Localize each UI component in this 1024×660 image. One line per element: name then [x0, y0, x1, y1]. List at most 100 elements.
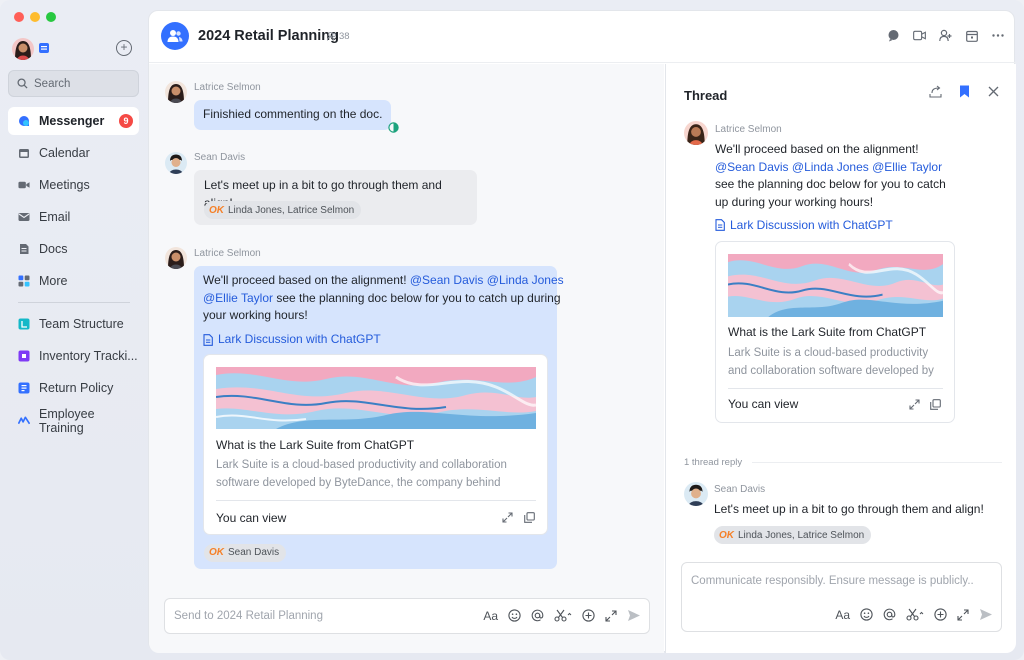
sidebar-item-email[interactable]: Email	[8, 203, 139, 231]
sidebar-item-inventory-tracking[interactable]: Inventory Tracki...	[8, 342, 139, 370]
mention-icon[interactable]	[883, 608, 896, 621]
add-attachment-icon[interactable]	[582, 609, 595, 622]
add-member-icon[interactable]	[939, 29, 952, 42]
reaction-tag[interactable]: OK Linda Jones, Latrice Selmon	[714, 526, 871, 544]
card-title: What is the Lark Suite from ChatGPT	[216, 437, 414, 455]
message-text: Finishied commenting on the doc.	[203, 107, 382, 121]
user-avatar[interactable]	[12, 38, 34, 60]
message-composer[interactable]: Send to 2024 Retail Planning Aa	[164, 598, 650, 634]
thread-panel: Thread Latrice Selmon We'll proceed base…	[665, 64, 1016, 653]
chat-bubble-icon[interactable]	[887, 29, 900, 42]
video-call-icon[interactable]	[913, 29, 926, 42]
screenshot-icon[interactable]	[554, 609, 572, 622]
expand-composer-icon[interactable]	[605, 609, 617, 622]
message-bubble[interactable]: We'll proceed based on the alignment! @S…	[194, 266, 557, 569]
message-bubble[interactable]: Finishied commenting on the doc.	[194, 100, 391, 130]
doc-preview-image	[728, 254, 943, 317]
members-icon	[327, 32, 337, 41]
more-options-icon[interactable]	[991, 29, 1004, 42]
main-panel: 2024 Retail Planning 38 Latrice Selmon F…	[148, 10, 1015, 652]
status-doc-icon[interactable]	[38, 42, 50, 54]
chat-message-list: Latrice Selmon Finishied commenting on t…	[149, 64, 664, 653]
sidebar-item-calendar[interactable]: Calendar	[8, 139, 139, 167]
card-divider	[216, 500, 536, 501]
search-icon	[17, 78, 28, 89]
team-structure-icon	[18, 318, 30, 330]
sidebar-item-label: Employee Training	[39, 407, 139, 435]
message-text-part: your working hours!	[203, 307, 553, 325]
expand-composer-icon[interactable]	[957, 608, 969, 621]
document-icon	[715, 219, 725, 231]
sender-avatar-latrice[interactable]	[165, 81, 187, 103]
sidebar-item-team-structure[interactable]: Team Structure	[8, 310, 139, 338]
screenshot-icon[interactable]	[906, 608, 924, 621]
member-count-value: 38	[339, 31, 350, 42]
bookmark-icon[interactable]	[958, 85, 971, 98]
sidebar-item-label: Email	[39, 210, 70, 224]
share-icon[interactable]	[929, 85, 942, 98]
messenger-icon	[18, 115, 30, 127]
page-title: 2024 Retail Planning	[198, 28, 339, 44]
reaction-tag[interactable]: OK Sean Davis	[204, 544, 286, 562]
sender-avatar-latrice[interactable]	[165, 247, 187, 269]
message-text-part: see the planning doc below for you to ca…	[273, 291, 561, 305]
mention-link[interactable]: @Ellie Taylor	[203, 291, 273, 305]
sidebar-item-docs[interactable]: Docs	[8, 235, 139, 263]
doc-preview-card[interactable]: What is the Lark Suite from ChatGPT Lark…	[715, 241, 955, 423]
read-status-icon	[388, 121, 399, 132]
sidebar-item-more[interactable]: More	[8, 267, 139, 295]
format-text-icon[interactable]: Aa	[835, 608, 850, 621]
sidebar-item-messenger[interactable]: Messenger 9	[8, 107, 139, 135]
add-attachment-icon[interactable]	[934, 608, 947, 621]
reply-divider	[752, 462, 1002, 463]
doc-link[interactable]: Lark Discussion with ChatGPT	[203, 331, 381, 349]
calendar-icon	[18, 147, 30, 159]
inventory-icon	[18, 350, 30, 362]
add-icon[interactable]: +	[116, 40, 132, 56]
card-title: What is the Lark Suite from ChatGPT	[728, 325, 926, 339]
card-footer: You can view	[216, 510, 286, 528]
reaction-tag[interactable]: OK Linda Jones, Latrice Selmon	[204, 201, 361, 219]
reaction-users: Linda Jones, Latrice Selmon	[738, 530, 864, 541]
sender-name: Sean Davis	[714, 484, 765, 495]
doc-preview-card[interactable]: What is the Lark Suite from ChatGPT Lark…	[203, 354, 548, 535]
calendar-event-icon[interactable]	[965, 29, 978, 42]
sender-avatar-sean[interactable]	[684, 482, 708, 506]
sidebar-item-return-policy[interactable]: Return Policy	[8, 374, 139, 402]
docs-icon	[18, 243, 30, 255]
emoji-icon[interactable]	[860, 608, 873, 621]
mention-link[interactable]: @Sean Davis @Linda Jones @Ellie Taylor	[715, 159, 946, 177]
send-icon[interactable]	[627, 609, 641, 622]
search-input[interactable]: Search	[8, 70, 139, 97]
chat-header: 2024 Retail Planning 38	[149, 11, 1016, 63]
ok-reaction-icon: OK	[719, 530, 734, 541]
sender-avatar-sean[interactable]	[165, 152, 187, 174]
copy-icon[interactable]	[524, 511, 535, 522]
expand-icon[interactable]	[502, 511, 513, 522]
sender-name: Latrice Selmon	[715, 124, 782, 135]
format-text-icon[interactable]: Aa	[483, 609, 498, 622]
sender-avatar-latrice[interactable]	[684, 121, 708, 145]
close-icon[interactable]	[987, 85, 1000, 98]
document-icon	[203, 334, 213, 346]
sidebar-item-label: Inventory Tracki...	[39, 349, 138, 363]
app-window: + Search Messenger 9 Calendar Meetings E…	[0, 0, 1024, 660]
thread-reply-count: 1 thread reply	[684, 457, 742, 468]
return-policy-icon	[18, 382, 30, 394]
reaction-users: Linda Jones, Latrice Selmon	[228, 205, 354, 216]
copy-icon[interactable]	[930, 398, 941, 409]
sidebar-item-meetings[interactable]: Meetings	[8, 171, 139, 199]
send-icon[interactable]	[979, 608, 993, 621]
mention-icon[interactable]	[531, 609, 544, 622]
member-count[interactable]: 38	[327, 31, 350, 42]
expand-icon[interactable]	[909, 398, 920, 409]
doc-link[interactable]: Lark Discussion with ChatGPT	[715, 218, 893, 232]
reaction-users: Sean Davis	[228, 544, 279, 562]
message-text-part: see the planning doc below for you to ca…	[715, 176, 946, 194]
thread-composer[interactable]: Communicate responsibly. Ensure message …	[681, 562, 1002, 632]
sidebar-item-employee-training[interactable]: Employee Training	[8, 407, 139, 435]
emoji-icon[interactable]	[508, 609, 521, 622]
group-avatar[interactable]	[161, 22, 189, 50]
mention-link[interactable]: @Sean Davis @Linda Jones	[410, 273, 564, 287]
video-icon	[18, 179, 30, 191]
